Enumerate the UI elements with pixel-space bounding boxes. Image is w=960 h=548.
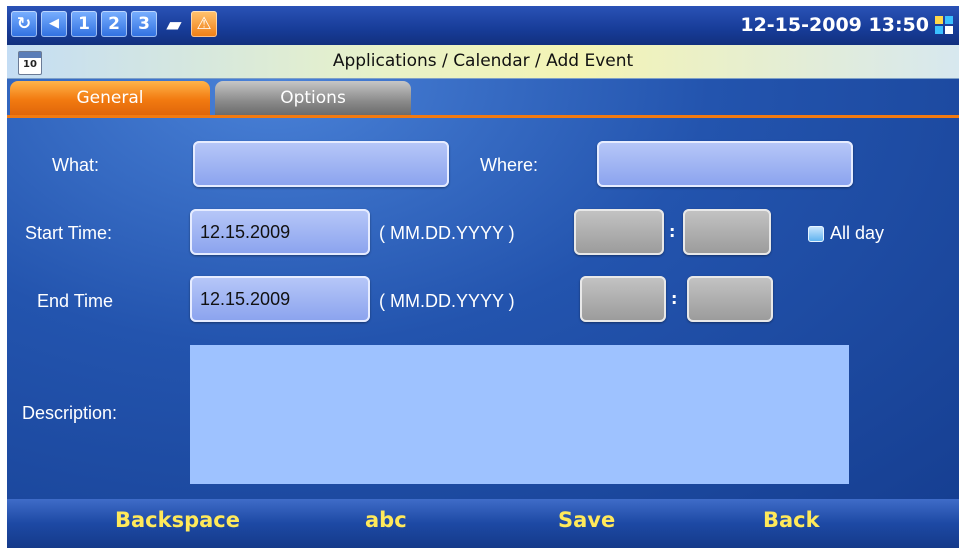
status-bar: ↻ ◀ 1 2 3 ▰ ⚠ 12-15-2009 13:50 (7, 6, 959, 45)
softkey-bar: Backspace abc Save Back (7, 499, 959, 548)
start-date-format: ( MM.DD.YYYY ) (379, 223, 515, 243)
title-bar: 10 Applications / Calendar / Add Event (7, 45, 959, 79)
end-date-format: ( MM.DD.YYYY ) (379, 291, 515, 311)
line-2-icon[interactable]: 2 (101, 11, 127, 37)
clock: 12-15-2009 13:50 (740, 14, 929, 36)
where-label: Where: (480, 155, 539, 175)
description-textarea[interactable] (190, 345, 849, 484)
start-time-label: Start Time: (25, 223, 113, 243)
end-hour-input[interactable] (580, 276, 666, 322)
start-time-separator: : (669, 222, 676, 241)
network-icon (935, 16, 953, 34)
start-minute-input[interactable] (683, 209, 771, 255)
line-3-icon[interactable]: 3 (131, 11, 157, 37)
what-label: What: (52, 155, 100, 175)
all-day-label: All day (830, 223, 885, 243)
tab-general[interactable]: General (10, 81, 210, 115)
folder-icon[interactable]: ▰ (161, 11, 187, 37)
tab-underline (7, 115, 959, 118)
where-input[interactable] (597, 141, 853, 187)
page-title: Applications / Calendar / Add Event (332, 51, 634, 71)
abc-button[interactable]: abc (365, 508, 407, 532)
backspace-button[interactable]: Backspace (115, 508, 240, 532)
end-date-input[interactable]: 12.15.2009 (190, 276, 370, 322)
refresh-icon[interactable]: ↻ (11, 11, 37, 37)
end-time-separator: : (671, 289, 678, 308)
start-date-input[interactable]: 12.15.2009 (190, 209, 370, 255)
end-minute-input[interactable] (687, 276, 773, 322)
all-day-checkbox[interactable] (808, 226, 824, 242)
device-screen: ↻ ◀ 1 2 3 ▰ ⚠ 12-15-2009 13:50 10 Applic… (7, 6, 959, 548)
warning-icon[interactable]: ⚠ (191, 11, 217, 37)
tab-options[interactable]: Options (215, 81, 411, 115)
end-time-label: End Time (37, 291, 114, 311)
back-button[interactable]: Back (763, 508, 820, 532)
what-input[interactable] (193, 141, 449, 187)
line-1-icon[interactable]: 1 (71, 11, 97, 37)
volume-icon[interactable]: ◀ (41, 11, 67, 37)
description-label: Description: (22, 403, 118, 423)
save-button[interactable]: Save (558, 508, 615, 532)
main-panel: General Options What: Where: Start Time:… (7, 79, 959, 499)
start-hour-input[interactable] (574, 209, 664, 255)
